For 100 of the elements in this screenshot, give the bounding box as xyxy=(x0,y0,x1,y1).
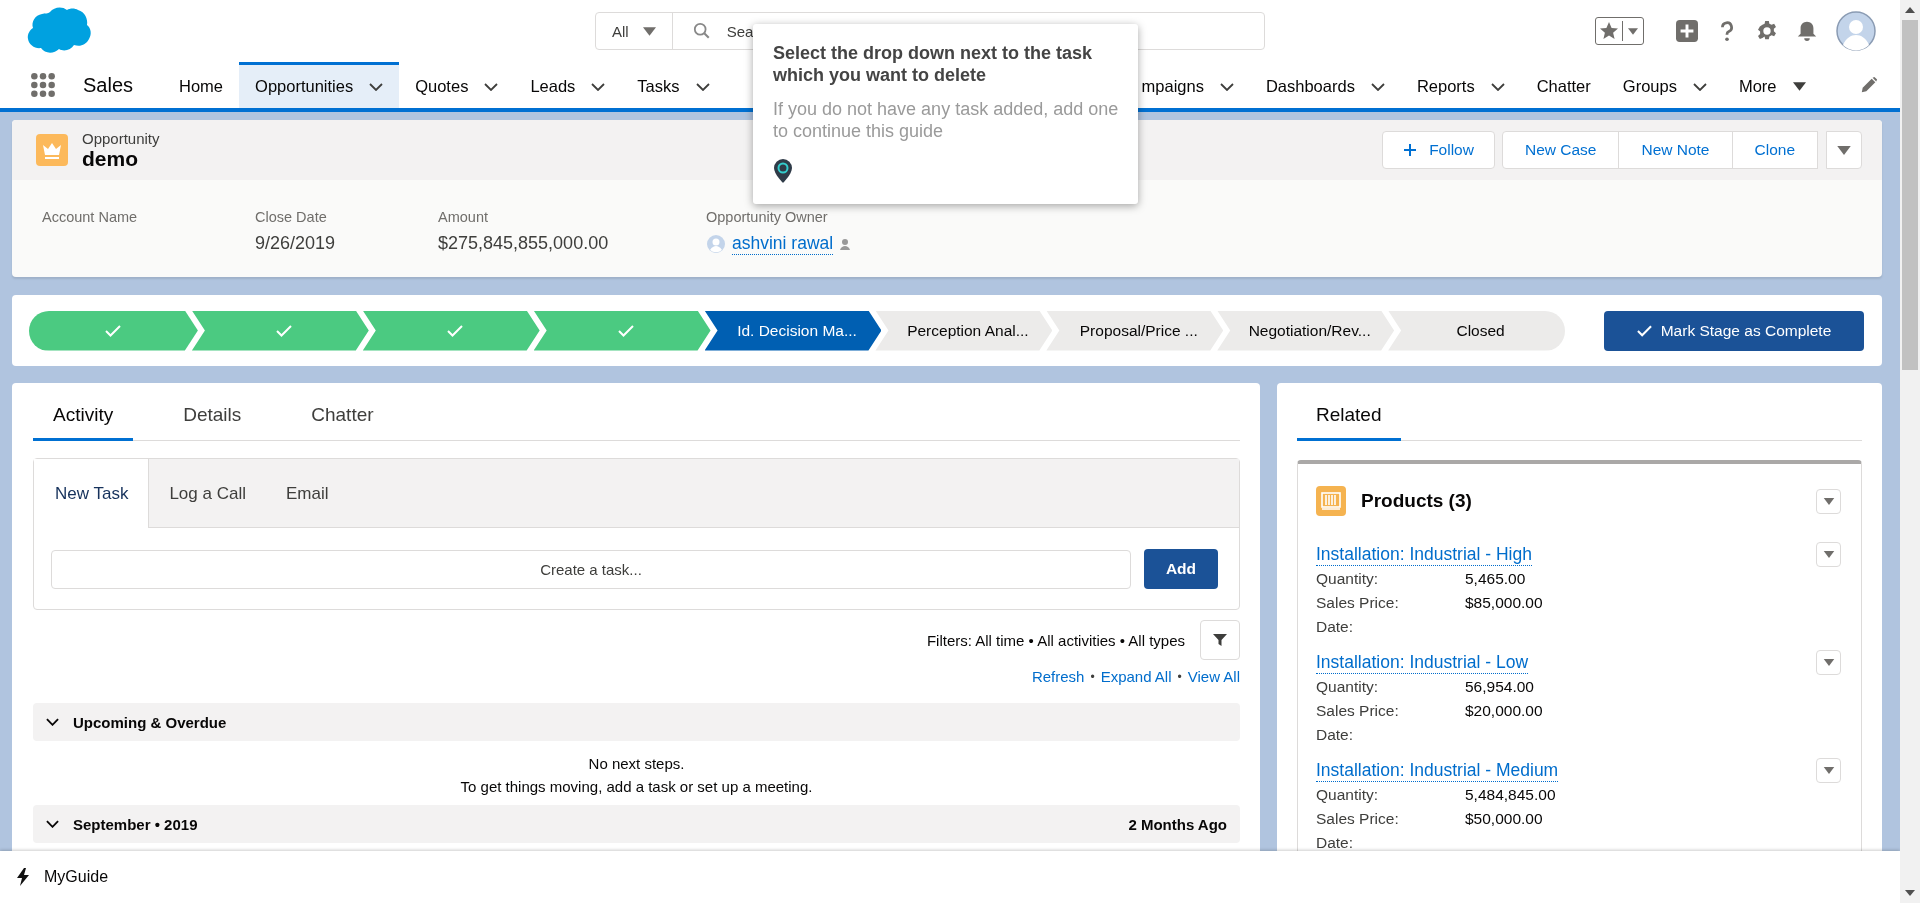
scrollbar[interactable] xyxy=(1900,0,1920,903)
tab[interactable]: Chatter xyxy=(291,404,394,441)
check-icon xyxy=(447,324,464,337)
app-launcher-icon[interactable] xyxy=(30,72,56,98)
chevron-down-icon xyxy=(484,82,499,91)
dropdown-button[interactable] xyxy=(1816,758,1841,783)
nav-tab[interactable]: Tasks xyxy=(621,62,726,108)
path-stage[interactable]: Proposal/Price ... xyxy=(1046,310,1224,351)
field-value: $20,000.00 xyxy=(1465,702,1543,720)
path-stage[interactable]: Negotiation/Rev... xyxy=(1217,310,1395,351)
more-actions-button[interactable] xyxy=(1826,131,1862,169)
field-label: Sales Price: xyxy=(1316,810,1400,828)
nav-tab[interactable]: Home xyxy=(163,62,240,108)
nav-tab[interactable]: Chatter xyxy=(1520,62,1607,108)
product-link[interactable]: Installation: Industrial - Medium xyxy=(1316,759,1559,782)
section-header[interactable]: September • 2019 2 Months Ago xyxy=(33,805,1240,843)
field-label: Amount xyxy=(438,209,489,225)
arrow-up-icon[interactable] xyxy=(1905,7,1915,13)
caret-icon xyxy=(1822,497,1835,505)
separator-dot: • xyxy=(1090,669,1095,684)
nav-tab[interactable]: Quotes xyxy=(399,62,515,108)
action-button[interactable]: New Note xyxy=(1618,131,1733,169)
user-avatar[interactable] xyxy=(1836,11,1876,51)
check-icon xyxy=(1636,324,1652,337)
separator-dot: • xyxy=(1177,669,1182,684)
field-value: 9/26/2019 xyxy=(255,233,337,254)
search-icon xyxy=(692,22,711,40)
field-value: $275,845,855,000.00 xyxy=(438,233,610,254)
caret-icon xyxy=(1822,551,1835,558)
composer-tab[interactable]: Email xyxy=(265,459,349,528)
activity-link[interactable]: Refresh xyxy=(1031,668,1085,685)
dropdown-button[interactable] xyxy=(1816,650,1841,675)
guide-launcher[interactable]: MyGuide xyxy=(44,868,109,886)
product-icon xyxy=(1316,486,1346,516)
field-label: Date: xyxy=(1316,726,1355,744)
owner-link[interactable]: ashvini rawal xyxy=(732,233,834,255)
field-value: $85,000.00 xyxy=(1465,594,1543,612)
products-title: Products (3) xyxy=(1361,490,1472,512)
nav-tab[interactable]: Dashboards xyxy=(1249,62,1401,108)
action-button[interactable]: Clone xyxy=(1731,131,1818,169)
app-name: Sales xyxy=(83,73,134,97)
empty-state-text: To get things moving, add a task or set up a meeting. xyxy=(460,778,813,795)
settings-icon[interactable] xyxy=(1756,20,1778,42)
search-scope-dropdown[interactable]: All xyxy=(596,13,673,49)
owner-avatar xyxy=(706,234,726,254)
activity-link[interactable]: Expand All xyxy=(1100,668,1172,685)
field-label: Close Date xyxy=(255,209,328,225)
field-label: Quantity: xyxy=(1316,786,1380,804)
task-input[interactable]: Create a task... xyxy=(51,549,1131,589)
edit-icon[interactable] xyxy=(1860,76,1878,94)
filter-icon xyxy=(1212,632,1228,648)
mark-complete-button[interactable]: Mark Stage as Complete xyxy=(1604,310,1864,351)
nav-tab[interactable]: Leads xyxy=(514,62,622,108)
nav-tab[interactable]: Groups xyxy=(1606,62,1723,108)
chevron-down-icon xyxy=(1692,82,1707,91)
caret-icon xyxy=(1792,82,1806,91)
product-link[interactable]: Installation: Industrial - High xyxy=(1316,543,1532,566)
dropdown-button[interactable] xyxy=(1816,488,1841,514)
nav-tab[interactable]: Opportunities xyxy=(239,62,400,108)
chevron-down-icon xyxy=(1370,82,1385,91)
check-icon xyxy=(276,324,293,337)
caret-icon xyxy=(1837,145,1851,155)
field-label: Date: xyxy=(1316,618,1355,636)
record-name: demo xyxy=(82,146,138,171)
field-label: Opportunity Owner xyxy=(706,209,829,225)
chevron-down-icon xyxy=(591,82,606,91)
composer-tab[interactable]: Log a Call xyxy=(149,459,266,528)
nav-tab[interactable]: mpaigns xyxy=(1141,62,1250,108)
section-header[interactable]: Upcoming & Overdue xyxy=(33,703,1240,741)
tab[interactable]: Related xyxy=(1297,404,1401,441)
dropdown-button[interactable] xyxy=(1816,542,1841,567)
path-stage[interactable]: Closed xyxy=(1388,310,1565,351)
caret-icon xyxy=(1822,767,1835,774)
filters-text: Filters: All time • All activities • All types xyxy=(926,631,1185,649)
action-button[interactable]: New Case xyxy=(1501,131,1620,169)
activity-link[interactable]: View All xyxy=(1187,668,1240,685)
filter-button[interactable] xyxy=(1200,620,1240,660)
follow-button[interactable]: Follow xyxy=(1382,131,1495,169)
arrow-down-icon[interactable] xyxy=(1905,890,1915,896)
chevron-down-icon xyxy=(1219,82,1234,91)
map-pin-icon xyxy=(773,158,793,184)
field-label: Quantity: xyxy=(1316,678,1380,696)
notifications-icon[interactable] xyxy=(1796,20,1818,42)
nav-tab[interactable]: Reports xyxy=(1400,62,1521,108)
object-type: Opportunity xyxy=(82,129,160,147)
favorites-button[interactable] xyxy=(1595,17,1644,45)
path-stage[interactable]: Id. Decision Ma... xyxy=(704,310,882,351)
add-button[interactable]: Add xyxy=(1144,549,1218,589)
caret-icon xyxy=(1822,659,1835,666)
field-label: Quantity: xyxy=(1316,570,1380,588)
tab[interactable]: Details xyxy=(163,404,262,441)
tooltip-text: If you do not have any task added, add one to continue this guide xyxy=(773,98,1120,142)
product-link[interactable]: Installation: Industrial - Low xyxy=(1316,651,1529,674)
plus-icon[interactable] xyxy=(1676,20,1698,42)
composer-tab[interactable]: New Task xyxy=(34,459,150,528)
tab[interactable]: Activity xyxy=(33,404,134,441)
path-stage[interactable]: Perception Anal... xyxy=(875,310,1053,351)
caret-icon xyxy=(642,26,656,36)
chevron-down-icon xyxy=(369,82,384,91)
nav-tab[interactable]: More xyxy=(1722,62,1822,108)
